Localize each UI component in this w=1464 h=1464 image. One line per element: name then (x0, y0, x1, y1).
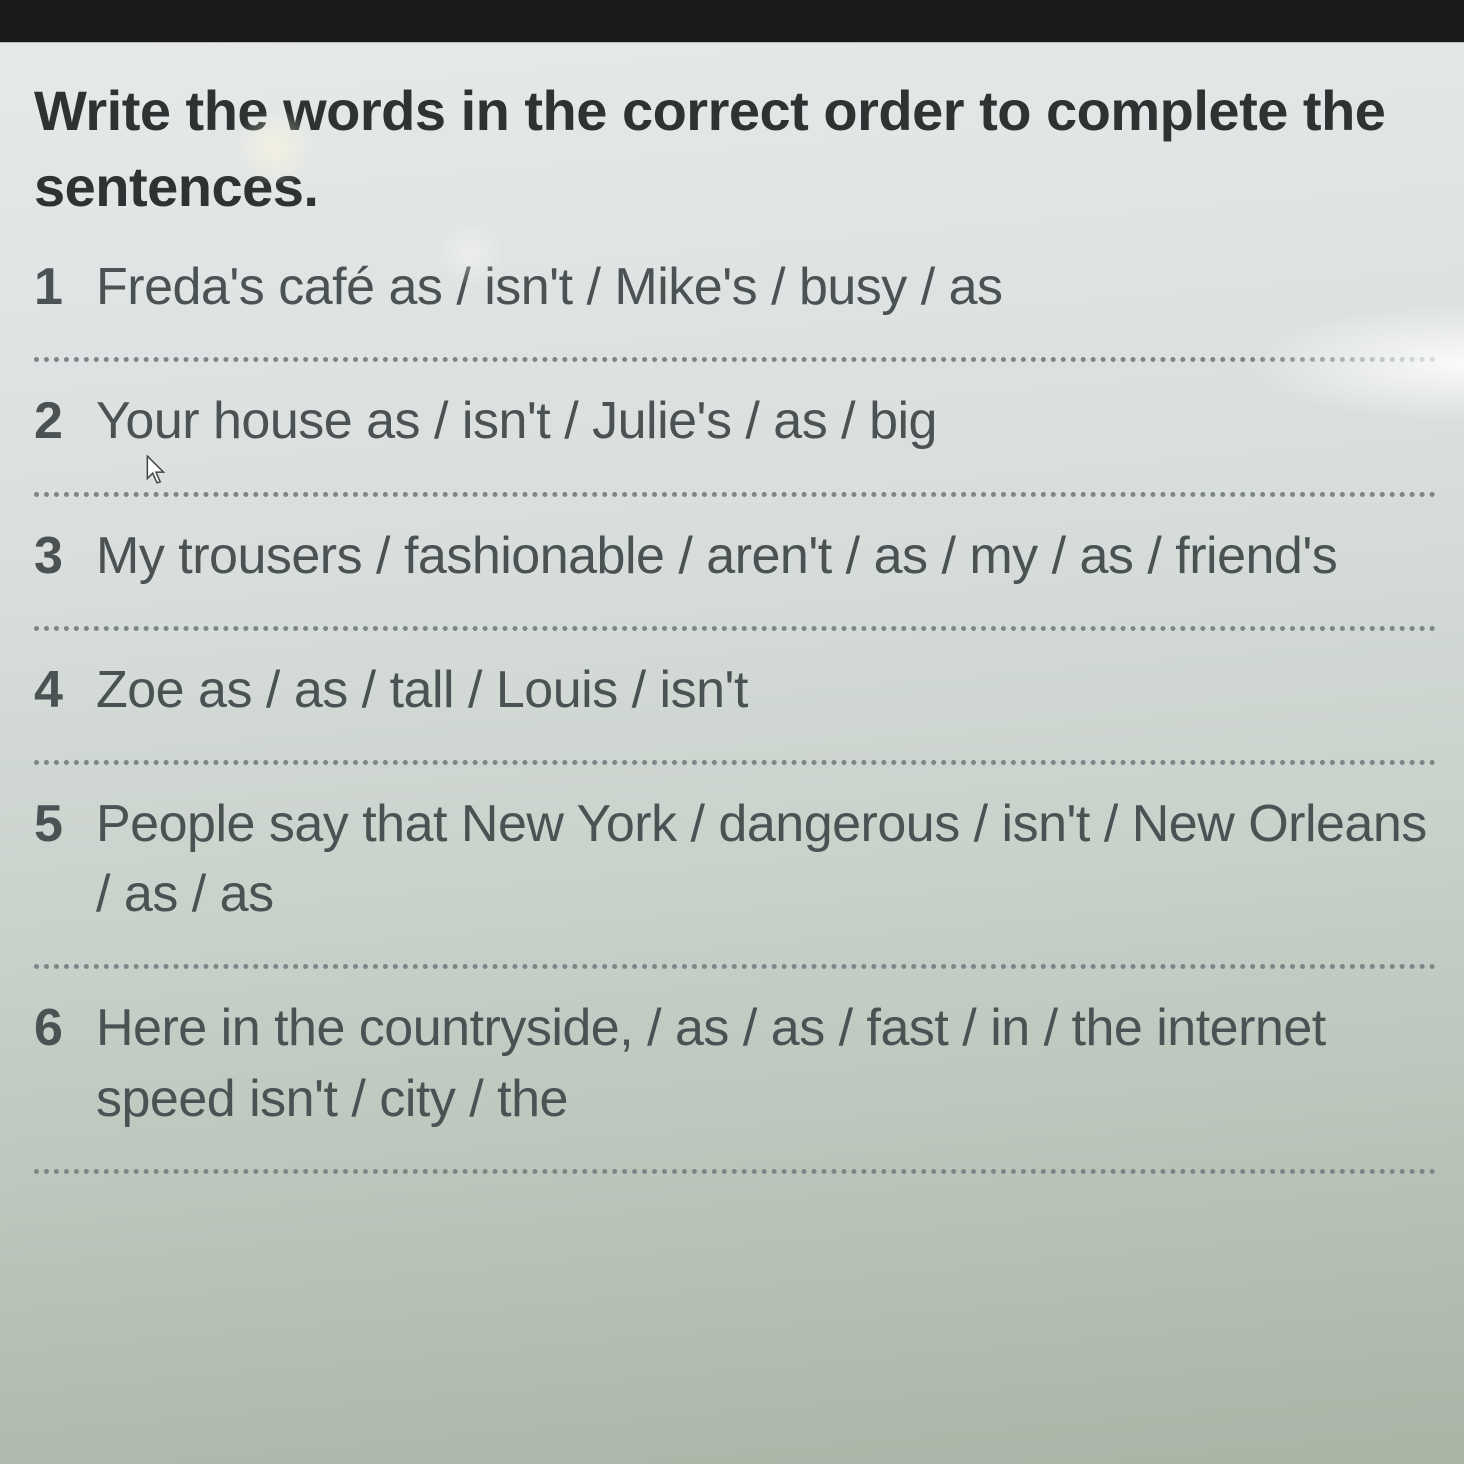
item-text: People say that New York / dangerous / i… (96, 789, 1436, 929)
screen-photo-frame: Write the words in the correct order to … (0, 0, 1464, 1464)
item-number: 1 (34, 252, 68, 322)
exercise-item: 6 Here in the countryside, / as / as / f… (34, 993, 1436, 1133)
exercise-item: 1 Freda's café as / isn't / Mike's / bus… (34, 252, 1436, 322)
exercise-item: 5 People say that New York / dangerous /… (34, 789, 1436, 929)
exercise-item: 2 Your house as / isn't / Julie's / as /… (34, 386, 1436, 456)
exercise-list: 1 Freda's café as / isn't / Mike's / bus… (34, 252, 1436, 1174)
exercise-item: 3 My trousers / fashionable / aren't / a… (34, 521, 1436, 591)
worksheet-page: Write the words in the correct order to … (0, 42, 1464, 1464)
instruction-heading: Write the words in the correct order to … (34, 73, 1436, 224)
answer-line (34, 759, 1436, 765)
item-number: 4 (34, 655, 68, 725)
item-number: 3 (34, 521, 68, 591)
item-text: Zoe as / as / tall / Louis / isn't (96, 655, 748, 725)
exercise-item: 4 Zoe as / as / tall / Louis / isn't (34, 655, 1436, 725)
answer-line (34, 491, 1436, 497)
item-text: Freda's café as / isn't / Mike's / busy … (96, 252, 1003, 322)
item-text: Here in the countryside, / as / as / fas… (96, 993, 1436, 1133)
answer-line (34, 356, 1436, 362)
answer-line (34, 963, 1436, 969)
item-text: Your house as / isn't / Julie's / as / b… (96, 386, 937, 456)
item-number: 6 (34, 993, 68, 1063)
item-text: My trousers / fashionable / aren't / as … (96, 521, 1337, 591)
item-number: 2 (34, 386, 68, 456)
item-number: 5 (34, 789, 68, 859)
answer-line (34, 1168, 1436, 1174)
answer-line (34, 625, 1436, 631)
